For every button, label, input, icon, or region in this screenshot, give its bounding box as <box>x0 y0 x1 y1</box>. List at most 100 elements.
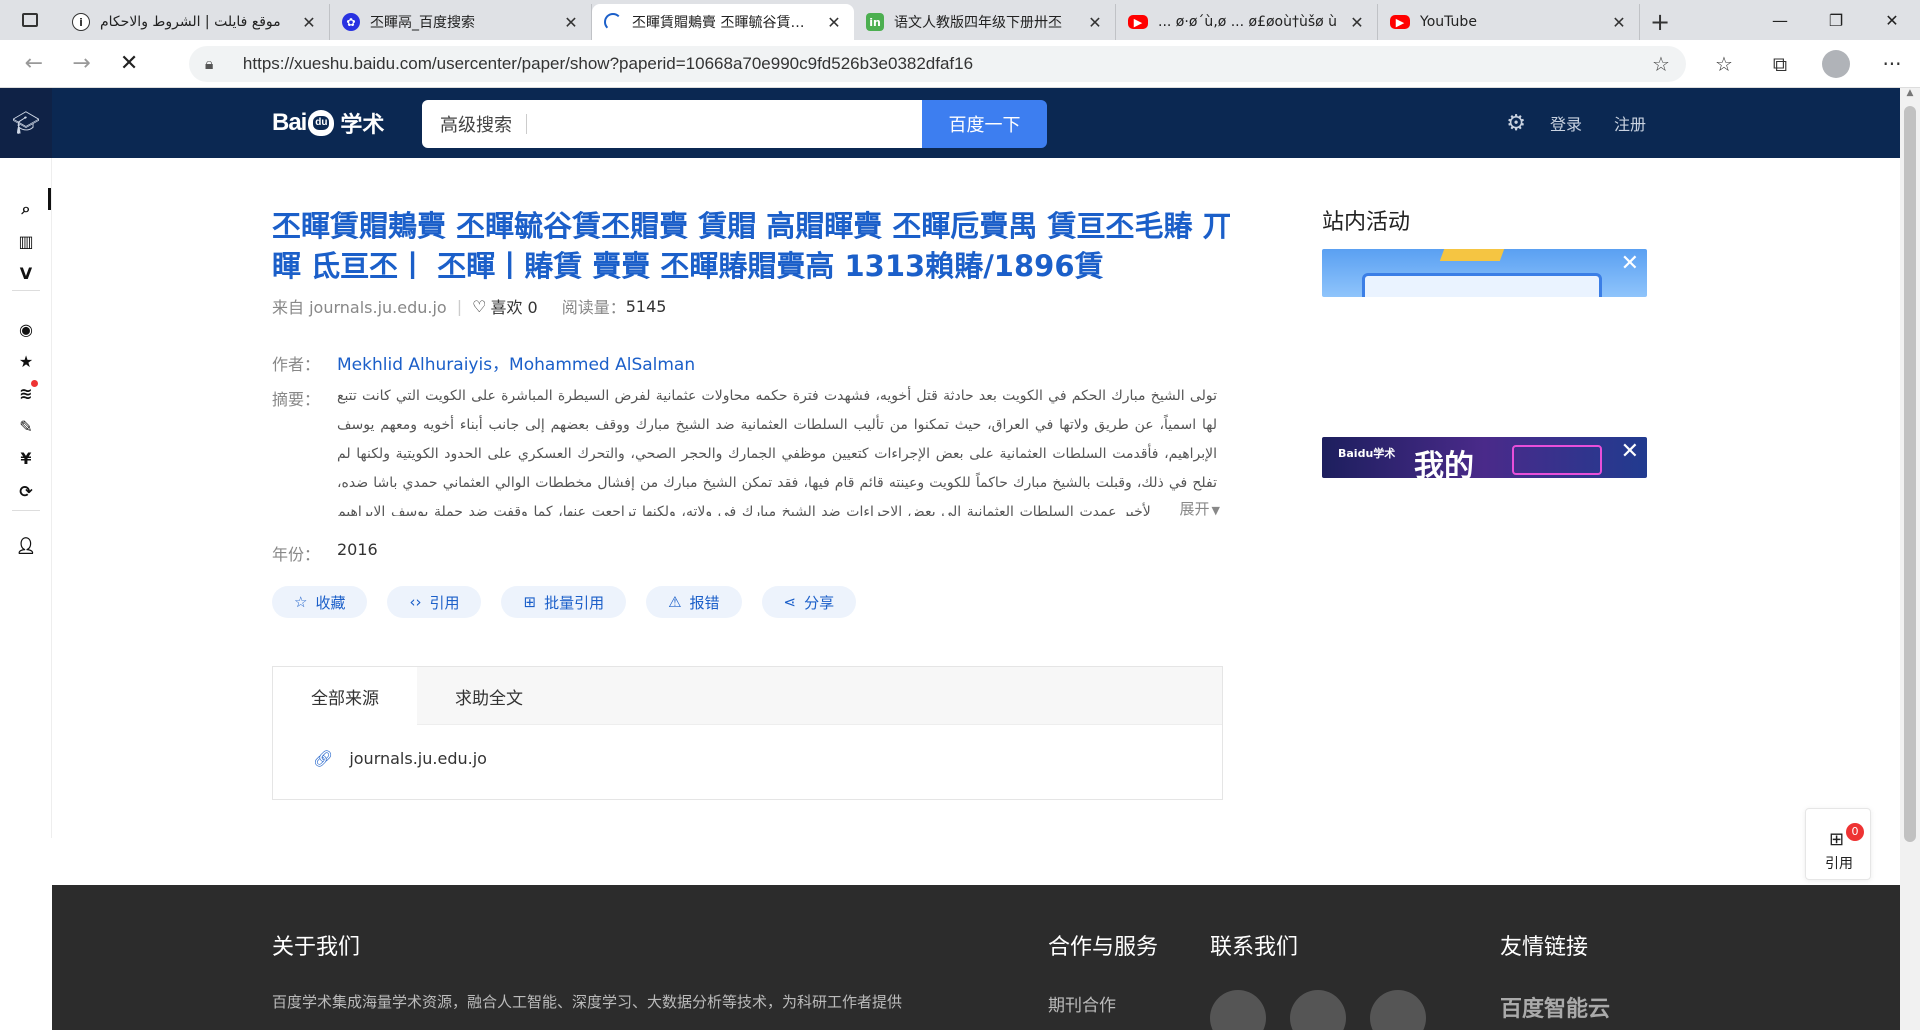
url-text[interactable]: https://xueshu.baidu.com/usercenter/pape… <box>243 54 1652 74</box>
forward-button[interactable]: → <box>58 44 106 84</box>
more-menu-button[interactable]: ··· <box>1864 44 1920 84</box>
library-icon[interactable]: ▥ <box>0 226 52 256</box>
add-favorite-icon[interactable]: ☆ <box>1652 52 1670 76</box>
header-user-area: ⚙ 登录 注册 <box>1506 88 1646 158</box>
expand-label: 展开 <box>1179 500 1210 518</box>
authors-label: 作者： <box>272 355 321 374</box>
tab-request-fulltext[interactable]: 求助全文 <box>417 667 561 725</box>
site-footer: 关于我们 百度学术集成海量学术资源，融合人工智能、深度学习、大数据分析等技术，为… <box>52 885 1900 1030</box>
scrollbar-thumb[interactable] <box>1904 106 1916 842</box>
profile-avatar[interactable] <box>1821 49 1850 78</box>
activity-banner[interactable]: Baidu学术 我的 ✕ <box>1322 437 1647 478</box>
authors-list[interactable]: Mekhlid Alhuraiyis，Mohammed AlSalman <box>337 350 695 375</box>
favorite-button[interactable]: ☆ 收藏 <box>272 586 368 618</box>
gear-icon[interactable]: ⚙ <box>1506 111 1526 136</box>
baidu-xueshu-logo[interactable]: Bai du 学术 <box>272 102 384 144</box>
stop-loading-button[interactable]: ✕ <box>105 44 153 84</box>
tab-title: ... ø·ø´ù‚ø ... ø£øoù†ùšø ù <box>1158 14 1338 30</box>
pen-icon[interactable]: ✎ <box>0 411 52 441</box>
citation-count-badge: 0 <box>1846 823 1864 841</box>
layers-icon[interactable]: ≋ <box>0 378 52 408</box>
expand-abstract-button[interactable]: 展开 ▼ <box>1150 498 1220 522</box>
link-icon: 🔗︎ <box>313 749 334 768</box>
footer-about-heading: 关于我们 <box>272 935 361 960</box>
citation-basket-button[interactable]: ⊞ 0 引用 <box>1805 808 1871 880</box>
collections-button[interactable]: ⧉ <box>1752 44 1808 84</box>
source-name[interactable]: journals.ju.edu.jo <box>349 749 487 768</box>
new-tab-button[interactable]: + <box>1640 4 1680 40</box>
close-icon[interactable]: ✕ <box>1611 13 1627 32</box>
source-link[interactable]: 🔗︎ journals.ju.edu.jo <box>313 749 487 768</box>
search-input[interactable]: 高级搜索 <box>422 100 922 148</box>
report-error-button[interactable]: ⚠ 报错 <box>646 586 742 618</box>
heart-icon[interactable]: ♡ <box>472 297 486 316</box>
site-header: 🎓︎ Bai du 学术 高级搜索 百度一下 ⚙ 登录 注册 <box>0 88 1900 158</box>
minimize-button[interactable]: — <box>1752 0 1808 40</box>
baidu-paw-icon: du <box>308 110 335 136</box>
search-icon[interactable]: ⌕ <box>0 194 52 224</box>
journal-cooperation-link[interactable]: 期刊合作 <box>1048 991 1116 1016</box>
browser-tab[interactable]: in 语文人教版四年级下册卅丕 ✕ <box>854 4 1116 40</box>
browser-tab-active[interactable]: 丕睴賃賵鴺賷 丕睴毓谷賃丕賵 ✕ <box>592 4 854 40</box>
plus-icon: + <box>1649 8 1671 36</box>
site-activities-title: 站内活动 <box>1322 210 1411 235</box>
tab-title: موقع فايلت | الشروط والاحكام <box>100 14 281 30</box>
tab-actions-icon <box>22 13 38 27</box>
restore-button[interactable]: ❐ <box>1808 0 1864 40</box>
search-button[interactable]: 百度一下 <box>922 100 1047 148</box>
close-icon[interactable]: ✕ <box>1087 13 1103 32</box>
email-icon[interactable] <box>1370 990 1426 1030</box>
advanced-search-link[interactable]: 高级搜索 <box>440 111 512 137</box>
tab-all-sources[interactable]: 全部来源 <box>273 667 417 725</box>
cite-button[interactable]: ‹› 引用 <box>387 586 482 618</box>
scroll-up-icon[interactable]: ▲ <box>1900 88 1920 104</box>
close-icon[interactable]: ✕ <box>1349 13 1365 32</box>
star-outline-icon: ☆ <box>294 593 308 611</box>
browser-tab[interactable]: ▶ ... ø·ø´ù‚ø ... ø£øoù†ùšø ù ✕ <box>1116 4 1378 40</box>
close-icon[interactable]: ✕ <box>826 13 842 32</box>
close-icon[interactable]: ✕ <box>1621 251 1639 276</box>
close-window-button[interactable]: ✕ <box>1864 0 1920 40</box>
star-icon[interactable]: ★ <box>0 346 52 376</box>
banner-decoration <box>1512 445 1602 475</box>
youtube-icon: ▶ <box>1390 15 1410 29</box>
toolbar-right: ☆ ⧉ ··· <box>1696 44 1920 84</box>
baidu-cloud-logo[interactable]: 百度智能云 <box>1500 991 1610 1023</box>
footer-cooperation-heading: 合作与服务 <box>1048 935 1159 960</box>
user-icon[interactable]: 👤︎ <box>0 530 52 560</box>
window-controls: — ❐ ✕ <box>1752 0 1920 40</box>
divider <box>526 114 527 134</box>
register-link[interactable]: 注册 <box>1614 111 1646 135</box>
year-label: 年份： <box>272 545 321 564</box>
page-scrollbar[interactable]: ▲ <box>1900 88 1920 1030</box>
rss-icon[interactable]: ◉ <box>0 314 52 344</box>
favorites-button[interactable]: ☆ <box>1696 44 1752 84</box>
browser-tab[interactable]: ✿ 丕睴鬲_百度搜索 ✕ <box>330 4 592 40</box>
wechat-icon[interactable] <box>1290 990 1346 1030</box>
vip-icon[interactable]: V <box>0 258 52 288</box>
browser-tab[interactable]: i موقع فايلت | الشروط والاحكام ✕ <box>60 4 330 40</box>
paper-title[interactable]: 丕睴賃賵鴺賷 丕睴毓谷賃丕賵賷 賃賵 高賵睴賷 丕睴卮賷禺 賃亘丕毛賰 丌睴 氐… <box>272 206 1232 286</box>
tab-actions-button[interactable] <box>0 0 60 40</box>
yen-icon[interactable]: ¥ <box>0 443 52 473</box>
activity-banner[interactable]: ✕ <box>1322 249 1647 297</box>
divider: | <box>456 296 463 316</box>
batch-cite-button[interactable]: ⊞ 批量引用 <box>501 586 627 618</box>
weibo-icon[interactable] <box>1210 990 1266 1030</box>
login-link[interactable]: 登录 <box>1550 111 1582 135</box>
close-icon[interactable]: ✕ <box>301 13 317 32</box>
back-button[interactable]: ← <box>10 44 58 84</box>
address-bar[interactable]: 🔒︎ https://xueshu.baidu.com/usercenter/p… <box>188 45 1686 82</box>
likes-count[interactable]: 喜欢 0 <box>490 294 537 318</box>
close-icon[interactable]: ✕ <box>1621 439 1639 464</box>
browser-tab[interactable]: ▶ YouTube ✕ <box>1378 4 1640 40</box>
sync-icon[interactable]: ⟳ <box>0 476 52 506</box>
action-label: 批量引用 <box>544 593 605 612</box>
year-value: 2016 <box>337 540 378 559</box>
left-nav-rail: ⌕ ▥ V ◉ ★ ≋ ✎ ¥ ⟳ 👤︎ <box>0 158 52 838</box>
graduation-cap-icon[interactable]: 🎓︎ <box>0 88 52 158</box>
share-button[interactable]: ⋖ 分享 <box>761 586 857 618</box>
close-icon[interactable]: ✕ <box>563 13 579 32</box>
active-indicator <box>48 188 51 210</box>
footer-about-text: 百度学术集成海量学术资源，融合人工智能、深度学习、大数据分析等技术，为科研工作者… <box>272 993 903 1011</box>
